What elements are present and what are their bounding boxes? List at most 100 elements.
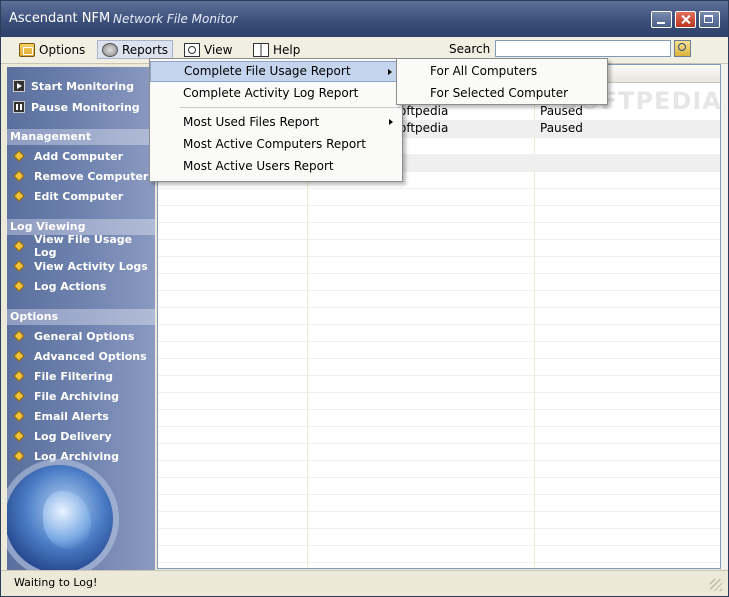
- close-button[interactable]: [675, 11, 696, 28]
- title-bar[interactable]: Ascendant NFM Network File Monitor: [1, 1, 728, 37]
- table-row[interactable]: [158, 341, 720, 359]
- table-row[interactable]: [158, 205, 720, 223]
- options-icon: [19, 42, 35, 57]
- table-row[interactable]: [158, 443, 720, 461]
- row-computer-name: oftpedia: [399, 104, 449, 118]
- table-row[interactable]: [158, 324, 720, 342]
- menu-item-most-active-computers-report[interactable]: Most Active Computers Report: [150, 134, 402, 155]
- sidebar-item-pause-monitoring[interactable]: Pause Monitoring: [7, 98, 155, 116]
- menu-item-label: Most Used Files Report: [183, 115, 320, 129]
- sidebar-item-label: Edit Computer: [34, 189, 124, 203]
- table-row[interactable]: [158, 426, 720, 444]
- sidebar-item-log-delivery[interactable]: Log Delivery: [7, 427, 155, 445]
- submenu-arrow-icon: [388, 69, 392, 75]
- app-logo-icon: [7, 465, 113, 570]
- bullet-icon: [13, 450, 25, 462]
- bullet-icon: [13, 170, 25, 182]
- table-row[interactable]: [158, 358, 720, 376]
- menu-item-complete-activity-log-report[interactable]: Complete Activity Log Report: [150, 83, 402, 104]
- bullet-icon: [13, 240, 25, 252]
- menu-help[interactable]: Help: [249, 40, 304, 59]
- table-row[interactable]: [158, 222, 720, 240]
- status-bar: Waiting to Log!: [1, 570, 728, 596]
- search-label: Search: [449, 42, 491, 56]
- table-row[interactable]: [158, 239, 720, 257]
- main-window: Ascendant NFM Network File Monitor Optio…: [0, 0, 729, 597]
- sidebar-item-log-actions[interactable]: Log Actions: [7, 277, 155, 295]
- bullet-icon: [13, 260, 25, 272]
- sidebar-item-remove-computer[interactable]: Remove Computer: [7, 167, 155, 185]
- search-input[interactable]: [495, 40, 671, 57]
- menu-options-label: Options: [39, 42, 86, 57]
- menu-item-most-active-users-report[interactable]: Most Active Users Report: [150, 156, 402, 177]
- status-text: Waiting to Log!: [14, 576, 98, 589]
- menu-options[interactable]: Options: [15, 40, 89, 59]
- sidebar-item-label: Log Actions: [34, 279, 107, 293]
- search-button[interactable]: [674, 40, 691, 57]
- sidebar-item-label: Pause Monitoring: [31, 100, 140, 114]
- menu-item-label: Complete File Usage Report: [184, 64, 351, 78]
- sidebar-item-general-options[interactable]: General Options: [7, 327, 155, 345]
- sidebar-item-email-alerts[interactable]: Email Alerts: [7, 407, 155, 425]
- menu-item-for-selected-computer[interactable]: For Selected Computer: [397, 83, 607, 104]
- menu-item-label: For All Computers: [430, 64, 538, 78]
- table-row[interactable]: [158, 290, 720, 308]
- sidebar-item-add-computer[interactable]: Add Computer: [7, 147, 155, 165]
- sidebar-item-view-file-usage-log[interactable]: View File Usage Log: [7, 233, 155, 259]
- table-row[interactable]: [158, 273, 720, 291]
- app-title: Ascendant NFM: [9, 11, 111, 26]
- complete-file-usage-submenu: For All Computers For Selected Computer: [396, 58, 608, 105]
- menu-reports[interactable]: Reports: [97, 40, 174, 59]
- sidebar-item-file-archiving[interactable]: File Archiving: [7, 387, 155, 405]
- bullet-icon: [13, 150, 25, 162]
- sidebar-item-label: File Archiving: [34, 389, 120, 403]
- sidebar-item-label: File Filtering: [34, 369, 114, 383]
- table-row[interactable]: [158, 494, 720, 512]
- menu-view-label: View: [204, 42, 233, 57]
- resize-grip-icon[interactable]: [710, 579, 722, 591]
- menu-item-complete-file-usage-report[interactable]: Complete File Usage Report: [150, 61, 402, 82]
- table-row[interactable]: [158, 375, 720, 393]
- bullet-icon: [13, 330, 25, 342]
- bullet-icon: [13, 350, 25, 362]
- menu-item-label: Complete Activity Log Report: [183, 86, 359, 100]
- submenu-arrow-icon: [389, 119, 393, 125]
- menu-view[interactable]: View: [180, 40, 236, 59]
- view-icon: [184, 42, 200, 57]
- table-row[interactable]: [158, 460, 720, 478]
- sidebar-item-advanced-options[interactable]: Advanced Options: [7, 347, 155, 365]
- sidebar-item-edit-computer[interactable]: Edit Computer: [7, 187, 155, 205]
- app-subtitle: Network File Monitor: [113, 12, 238, 26]
- bullet-icon: [13, 190, 25, 202]
- table-row[interactable]: [158, 256, 720, 274]
- row-computer-name: oftpedia: [399, 121, 449, 135]
- sidebar-item-label: Remove Computer: [34, 169, 149, 183]
- table-row[interactable]: [158, 307, 720, 325]
- bullet-icon: [13, 410, 25, 422]
- menu-item-most-used-files-report[interactable]: Most Used Files Report: [150, 112, 402, 133]
- help-book-icon: [253, 42, 269, 57]
- maximize-button[interactable]: [699, 11, 720, 28]
- menu-reports-label: Reports: [122, 42, 169, 57]
- menu-item-for-all-computers[interactable]: For All Computers: [397, 61, 607, 82]
- table-row[interactable]: [158, 409, 720, 427]
- menu-separator: [180, 107, 400, 108]
- section-header-options: Options: [7, 309, 155, 325]
- play-icon: [13, 80, 25, 92]
- sidebar-item-file-filtering[interactable]: File Filtering: [7, 367, 155, 385]
- minimize-button[interactable]: [651, 11, 672, 28]
- bullet-icon: [13, 430, 25, 442]
- vertical-scrollbar[interactable]: [721, 64, 728, 569]
- sidebar-item-label: Start Monitoring: [31, 79, 134, 93]
- sidebar-item-start-monitoring[interactable]: Start Monitoring: [7, 77, 155, 95]
- table-row[interactable]: [158, 477, 720, 495]
- sidebar-item-view-activity-logs[interactable]: View Activity Logs: [7, 257, 155, 275]
- pause-icon: [13, 101, 25, 113]
- sidebar-item-log-archiving[interactable]: Log Archiving: [7, 447, 155, 465]
- table-row[interactable]: [158, 528, 720, 546]
- table-row[interactable]: [158, 392, 720, 410]
- reports-menu: Complete File Usage Report Complete Acti…: [149, 58, 403, 182]
- table-row[interactable]: [158, 188, 720, 206]
- table-row[interactable]: [158, 511, 720, 529]
- table-row[interactable]: [158, 545, 720, 563]
